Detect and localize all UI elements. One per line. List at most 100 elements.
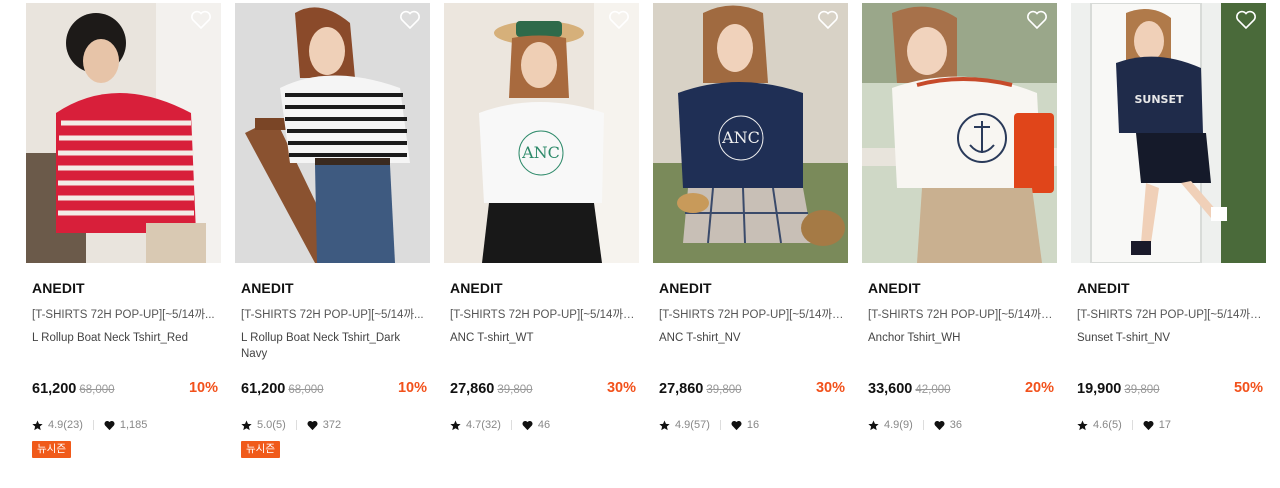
product-grid: ANEDIT [T-SHIRTS 72H POP-UP][~5/14까... L… [0,0,1280,488]
sale-price: 27,860 [450,381,495,397]
rating-likes: 5.0(5) 372 [241,417,341,433]
sale-price: 19,900 [1077,381,1122,397]
star-icon [1077,419,1088,431]
original-price: 39,800 [497,384,533,396]
rating-likes: 4.6(5) 17 [1077,417,1171,433]
brand-name[interactable]: ANEDIT [659,280,712,296]
divider [1131,420,1133,430]
rating-value: 4.9(23) [48,419,83,431]
product-name[interactable]: L Rollup Boat Neck Tshirt_Dark Navy [241,330,427,362]
original-price: 68,000 [79,384,115,396]
rating-likes: 4.7(32) 46 [450,417,550,433]
discount-rate: 30% [606,380,636,396]
likes-count: 1,185 [119,419,148,431]
heart-icon [934,420,945,431]
divider [295,420,297,430]
heart-icon [104,420,115,431]
discount-rate: 30% [815,380,845,396]
price-row: 61,200 68,000 10% [32,380,218,400]
star-icon [868,419,879,431]
discount-rate: 50% [1233,380,1263,396]
brand-name[interactable]: ANEDIT [32,280,85,296]
wishlist-heart-icon[interactable] [1026,10,1048,30]
product-name[interactable]: Anchor Tshirt_WH [868,330,1054,346]
rating-value: 4.6(5) [1093,419,1122,431]
original-price: 42,000 [915,384,951,396]
product-name[interactable]: L Rollup Boat Neck Tshirt_Red [32,330,218,346]
original-price: 39,800 [706,384,742,396]
rating-likes: 4.9(57) 16 [659,417,759,433]
star-icon [450,419,461,431]
rating-likes: 4.9(23) 1,185 [32,417,147,433]
rating-value: 4.9(9) [884,419,913,431]
product-image[interactable] [26,3,221,263]
likes-count: 17 [1158,419,1171,431]
product-image[interactable] [235,3,430,263]
sale-price: 27,860 [659,381,704,397]
discount-rate: 20% [1024,380,1054,396]
product-name[interactable]: ANC T-shirt_WT [450,330,636,346]
rating-value: 4.9(57) [675,419,710,431]
sale-price: 33,600 [868,381,913,397]
heart-icon [731,420,742,431]
divider [922,420,924,430]
product-name[interactable]: ANC T-shirt_NV [659,330,845,346]
price-row: 33,600 42,000 20% [868,380,1054,400]
svg-text:ANC: ANC [521,143,560,162]
likes-count: 372 [322,419,342,431]
price-row: 27,860 39,800 30% [659,380,845,400]
product-image[interactable]: ANC [444,3,639,263]
original-price: 39,800 [1124,384,1160,396]
promo-text: [T-SHIRTS 72H POP-UP][~5/14까지] [868,309,1054,321]
divider [719,420,721,430]
price-row: 27,860 39,800 30% [450,380,636,400]
product-card[interactable]: SUNSET ANEDIT [T-SHIRTS 72H POP-UP][~5/1… [1071,3,1266,473]
star-icon [241,419,252,431]
product-card[interactable]: ANC ANEDIT [T-SHIRTS 72H POP-UP][~5/14까지… [444,3,639,473]
wishlist-heart-icon[interactable] [817,10,839,30]
divider [92,420,94,430]
rating-value: 4.7(32) [466,419,501,431]
promo-text: [T-SHIRTS 72H POP-UP][~5/14까... [241,309,424,321]
product-card[interactable]: ANC ANEDIT [T-SHIRTS 72H POP-UP][~5/14까지… [653,3,848,473]
wishlist-heart-icon[interactable] [399,10,421,30]
new-season-badge: 뉴시즌 [32,441,71,458]
wishlist-heart-icon[interactable] [190,10,212,30]
product-image[interactable]: SUNSET [1071,3,1266,263]
product-card[interactable]: ANEDIT [T-SHIRTS 72H POP-UP][~5/14까... L… [26,3,221,473]
rating-likes: 4.9(9) 36 [868,417,962,433]
product-image[interactable] [862,3,1057,263]
promo-text: [T-SHIRTS 72H POP-UP][~5/14까지] [1077,309,1263,321]
likes-count: 36 [949,419,962,431]
rating-value: 5.0(5) [257,419,286,431]
heart-icon [307,420,318,431]
likes-count: 46 [537,419,551,431]
product-card[interactable]: ANEDIT [T-SHIRTS 72H POP-UP][~5/14까지] An… [862,3,1057,473]
product-image[interactable]: ANC [653,3,848,263]
discount-rate: 10% [397,380,427,396]
heart-icon [1143,420,1154,431]
brand-name[interactable]: ANEDIT [450,280,503,296]
sale-price: 61,200 [241,381,286,397]
promo-text: [T-SHIRTS 72H POP-UP][~5/14까... [32,309,215,321]
brand-name[interactable]: ANEDIT [241,280,294,296]
product-name[interactable]: Sunset T-shirt_NV [1077,330,1263,346]
wishlist-heart-icon[interactable] [1235,10,1257,30]
discount-rate: 10% [188,380,218,396]
likes-count: 16 [746,419,760,431]
product-card[interactable]: ANEDIT [T-SHIRTS 72H POP-UP][~5/14까... L… [235,3,430,473]
price-row: 61,200 68,000 10% [241,380,427,400]
price-row: 19,900 39,800 50% [1077,380,1263,400]
sale-price: 61,200 [32,381,77,397]
divider [510,420,512,430]
original-price: 68,000 [288,384,324,396]
brand-name[interactable]: ANEDIT [1077,280,1130,296]
heart-icon [522,420,533,431]
svg-text:ANC: ANC [721,128,760,147]
new-season-badge: 뉴시즌 [241,441,280,458]
svg-text:SUNSET: SUNSET [1134,93,1183,106]
promo-text: [T-SHIRTS 72H POP-UP][~5/14까지] [450,309,636,321]
star-icon [659,419,670,431]
wishlist-heart-icon[interactable] [608,10,630,30]
brand-name[interactable]: ANEDIT [868,280,921,296]
